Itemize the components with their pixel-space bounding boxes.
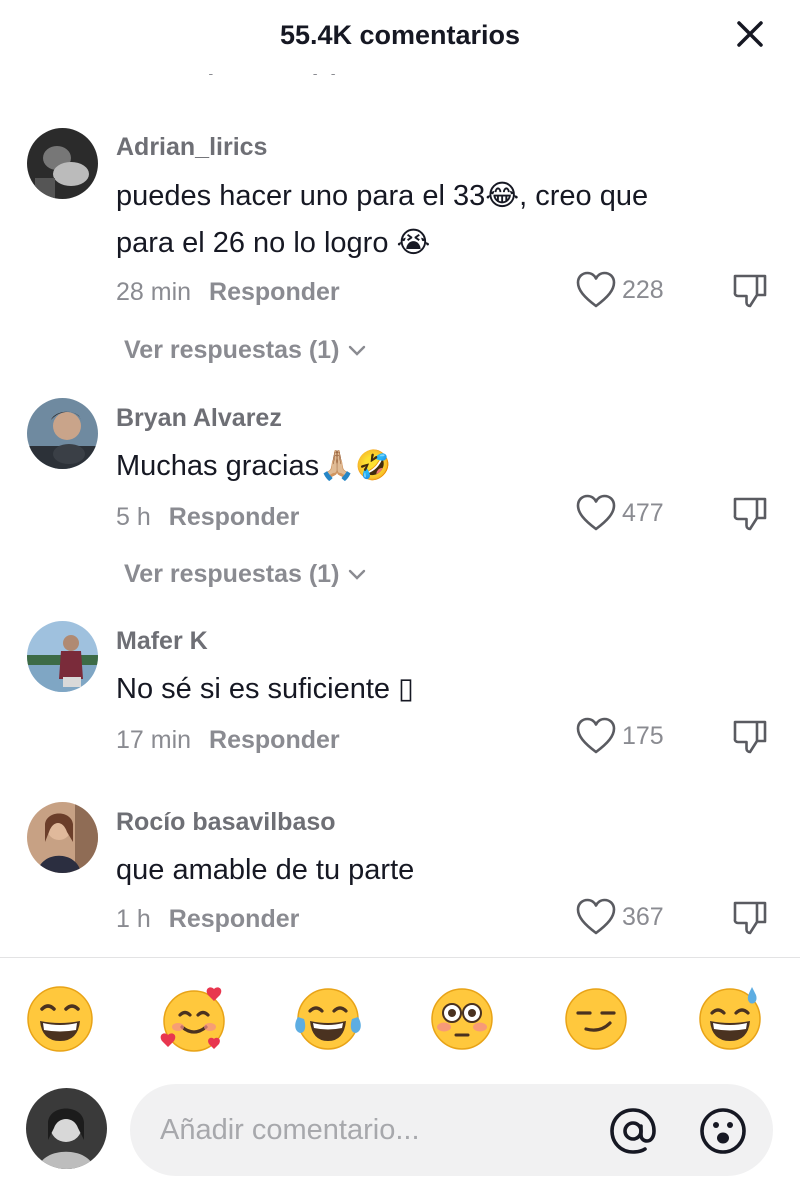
reply-button[interactable]: Responder [209,278,340,306]
avatar[interactable] [27,802,98,873]
heart-icon [576,717,616,754]
view-replies-link[interactable]: Ver respuestas (1) [124,336,367,365]
comment-text: que amable de tu parte [116,854,415,886]
heart-icon [576,494,616,531]
comment-time: 1 h [116,905,151,933]
dislike-icon[interactable] [730,717,770,757]
quick-emoji-bar [0,983,800,1059]
comment-time: 17 min [116,726,192,754]
like-button[interactable]: 477 [576,494,664,532]
avatar[interactable] [27,128,98,199]
comment-meta: 28 min Responder [116,278,340,307]
reply-button[interactable]: Responder [169,503,300,531]
dislike-icon[interactable] [730,271,770,311]
comment-meta: 17 min Responder [116,726,340,755]
comment-username[interactable]: Rocío basavilbaso [116,808,336,837]
reply-button[interactable]: Responder [209,726,340,754]
smiling-face-with-hearts-icon[interactable] [158,983,230,1055]
comment-username[interactable]: Bryan Alvarez [116,404,282,433]
emoji-picker-icon[interactable] [698,1106,748,1156]
comment-username[interactable]: Adrian_lirics [116,133,267,162]
like-count: 477 [622,498,664,527]
comments-count-title: 55.4K comentarios [279,20,521,50]
grinning-face-icon[interactable] [24,983,96,1055]
like-button[interactable]: 228 [576,271,664,309]
flushed-face-icon[interactable] [426,983,498,1055]
like-button[interactable]: 175 [576,717,664,755]
comment-username[interactable]: Mafer K [116,627,208,656]
comment-text: Muchas gracias🙏🏼🤣 [116,450,392,482]
like-count: 367 [622,902,664,931]
chevron-down-icon [349,345,366,356]
comment-text: puedes hacer uno para el 33😂, creo que p… [116,180,649,259]
like-button[interactable]: 367 [576,898,664,936]
view-replies-link[interactable]: Ver respuestas (1) [124,560,367,589]
comment-input-box [130,1084,773,1176]
heart-icon [576,271,616,308]
smirking-face-icon[interactable] [560,983,632,1055]
close-icon[interactable] [730,14,770,54]
comment-text: No sé si es suficiente ▯ [116,673,415,705]
mention-icon[interactable] [608,1106,658,1156]
like-count: 175 [622,721,664,750]
comment-input[interactable] [160,1106,600,1154]
like-count: 228 [622,275,664,304]
face-with-tears-of-joy-icon[interactable] [292,983,364,1055]
avatar[interactable] [27,621,98,692]
current-user-avatar[interactable] [26,1088,107,1169]
avatar[interactable] [27,398,98,469]
grinning-face-with-sweat-icon[interactable] [694,983,766,1055]
comment-meta: 5 h Responder [116,503,299,532]
comment-time: 28 min [116,278,192,306]
dislike-icon[interactable] [730,494,770,534]
comments-header: 55.4K comentarios [0,0,800,74]
chevron-down-icon [349,569,366,580]
dislike-icon[interactable] [730,898,770,938]
heart-icon [576,898,616,935]
divider [0,957,800,958]
comment-time: 5 h [116,503,151,531]
comment-meta: 1 h Responder [116,905,299,934]
reply-button[interactable]: Responder [169,905,300,933]
